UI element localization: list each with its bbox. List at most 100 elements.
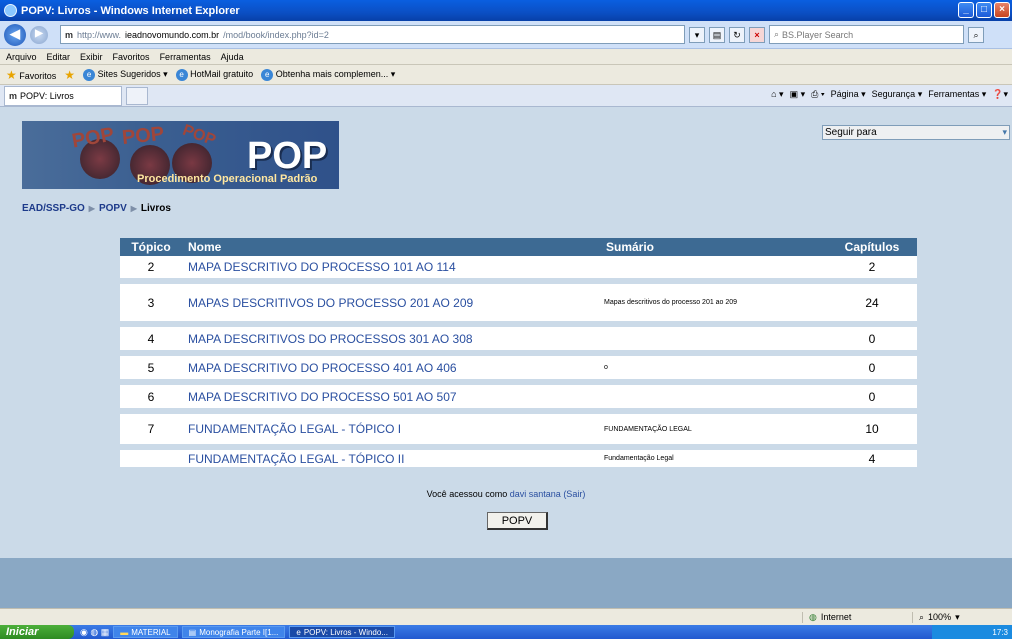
table-row: 3 MAPAS DESCRITIVOS DO PROCESSO 201 AO 2…	[120, 281, 917, 327]
row-book-link[interactable]: MAPA DESCRITIVOS DO PROCESSOS 301 AO 308	[182, 324, 600, 356]
task-label: POPV: Livros - Windo...	[303, 627, 388, 637]
row-book-link[interactable]: MAPA DESCRITIVO DO PROCESSO 101 AO 114	[182, 256, 600, 284]
tab-label: POPV: Livros	[20, 90, 74, 101]
search-input[interactable]: ⌕ BS.Player Search	[769, 25, 964, 44]
refresh-icon[interactable]: ↻	[729, 26, 745, 43]
row-summary	[600, 324, 827, 356]
page-footer-band	[0, 558, 1012, 608]
row-summary: o	[600, 353, 827, 385]
back-button[interactable]: ◀	[4, 23, 26, 46]
row-summary: FUNDAMENTAÇÃO LEGAL	[600, 411, 827, 450]
col-name[interactable]: Nome	[182, 238, 600, 256]
chevron-down-icon: ▾	[955, 611, 960, 622]
print-icon[interactable]: ⎙ ▾	[811, 89, 824, 100]
clock: 17:3	[992, 627, 1008, 637]
dropdown-arrow-icon[interactable]: ▾	[689, 26, 705, 43]
quicklaunch-icons[interactable]: ◉ ◍ ▦	[80, 627, 109, 638]
ie-icon	[4, 4, 17, 17]
jump-label: Seguir para	[825, 127, 877, 138]
jump-to-select[interactable]: Seguir para ▾	[822, 125, 1010, 140]
breadcrumb-home[interactable]: EAD/SSP-GO	[22, 203, 85, 214]
address-path: /mod/book/index.php?id=2	[223, 29, 329, 40]
pop-banner-logo: POP POP POP POP Procedimento Operacional…	[22, 121, 339, 189]
menu-favorites[interactable]: Favoritos	[113, 52, 150, 62]
breadcrumb-separator-icon: ▶	[88, 204, 95, 213]
row-book-link[interactable]: FUNDAMENTAÇÃO LEGAL - TÓPICO II	[182, 447, 600, 473]
table-row: 2 MAPA DESCRITIVO DO PROCESSO 101 AO 114…	[120, 256, 917, 284]
address-domain: ieadnovomundo.com.br	[125, 29, 220, 40]
col-topic[interactable]: Tópico	[120, 238, 182, 256]
row-summary: Mapas descritivos do processo 201 ao 209	[600, 281, 827, 327]
row-book-link[interactable]: MAPAS DESCRITIVOS DO PROCESSO 201 AO 209	[182, 281, 600, 327]
task-material[interactable]: ▬ MATERIAL	[113, 626, 178, 638]
table-row: 4 MAPA DESCRITIVOS DO PROCESSOS 301 AO 3…	[120, 324, 917, 356]
zoom-level: 100%	[928, 612, 952, 622]
window-title: POPV: Livros - Windows Internet Explorer	[21, 4, 240, 17]
fav-item-hotmail[interactable]: e HotMail gratuito	[175, 68, 254, 81]
table-row: 5 MAPA DESCRITIVO DO PROCESSO 401 AO 406…	[120, 353, 917, 385]
menu-file[interactable]: Arquivo	[6, 52, 37, 62]
start-label: Iniciar	[6, 626, 39, 638]
stop-icon[interactable]: ×	[749, 26, 765, 43]
tab-popv-livros[interactable]: m POPV: Livros	[4, 85, 122, 106]
popv-button[interactable]: POPV	[487, 512, 548, 530]
row-book-link[interactable]: FUNDAMENTAÇÃO LEGAL - TÓPICO I	[182, 411, 600, 450]
address-input[interactable]: m http://www. ieadnovomundo.com.br/mod/bo…	[60, 25, 685, 44]
safety-menu[interactable]: Segurança ▾	[872, 89, 923, 100]
table-row: FUNDAMENTAÇÃO LEGAL - TÓPICO II Fundamen…	[120, 447, 917, 473]
compatibility-icon[interactable]: ▤	[709, 26, 725, 43]
new-tab-button[interactable]	[126, 86, 148, 105]
help-icon[interactable]: ❓▾	[992, 89, 1008, 100]
zoom-control[interactable]: ⌕ 100% ▾	[912, 611, 1012, 623]
row-book-link[interactable]: MAPA DESCRITIVO DO PROCESSO 401 AO 406	[182, 353, 600, 385]
row-chapters: 4	[827, 447, 917, 473]
row-topic: 5	[120, 353, 182, 385]
task-popv-livros[interactable]: e POPV: Livros - Windo...	[289, 626, 395, 638]
add-favorite-icon[interactable]: ★	[64, 68, 75, 82]
col-chapters[interactable]: Capítulos	[827, 238, 917, 256]
maximize-button[interactable]: □	[976, 2, 992, 18]
favorites-bar: ★ Favoritos ★ e Sites Sugeridos ▾ e HotM…	[0, 65, 1012, 85]
system-tray: 17:3	[932, 625, 1012, 639]
login-prefix: Você acessou como	[426, 489, 508, 499]
menu-help[interactable]: Ajuda	[221, 52, 244, 62]
star-icon: ★	[6, 67, 17, 82]
home-icon[interactable]: ⌂ ▾	[771, 89, 783, 100]
tools-menu[interactable]: Ferramentas ▾	[928, 89, 986, 100]
search-placeholder: BS.Player Search	[782, 29, 854, 40]
start-button[interactable]: Iniciar	[0, 625, 74, 639]
word-icon: ▤	[188, 627, 197, 637]
banner-small-text: POP	[120, 122, 166, 150]
menu-tools[interactable]: Ferramentas	[160, 52, 211, 62]
fav-item-sites[interactable]: e Sites Sugeridos ▾	[83, 68, 168, 81]
fav-item-addons[interactable]: e Obtenha mais complemen... ▾	[261, 68, 395, 81]
col-summary[interactable]: Sumário	[600, 238, 827, 256]
task-label: Monografia Parte I[1...	[199, 627, 279, 637]
menu-bar: Arquivo Editar Exibir Favoritos Ferramen…	[0, 49, 1012, 65]
menu-view[interactable]: Exibir	[80, 52, 103, 62]
breadcrumb-course[interactable]: POPV	[99, 203, 127, 214]
feeds-icon[interactable]: ▣ ▾	[790, 89, 806, 100]
window-title-bar: POPV: Livros - Windows Internet Explorer…	[0, 0, 1012, 21]
address-toolbar: ◀ ▶ m http://www. ieadnovomundo.com.br/mo…	[0, 21, 1012, 49]
ie-icon: e	[261, 68, 274, 81]
row-topic: 7	[120, 411, 182, 450]
row-summary	[600, 256, 827, 284]
security-zone: ◍ Internet	[802, 611, 912, 623]
search-go-icon[interactable]: ⌕	[968, 26, 984, 43]
ie-icon: e	[83, 68, 96, 81]
favorites-button[interactable]: ★ Favoritos	[6, 68, 56, 82]
row-book-link[interactable]: MAPA DESCRITIVO DO PROCESSO 501 AO 507	[182, 382, 600, 414]
site-favicon: m	[9, 90, 18, 101]
row-summary: Fundamentação Legal	[600, 447, 827, 473]
menu-edit[interactable]: Editar	[47, 52, 71, 62]
forward-button[interactable]: ▶	[30, 25, 48, 44]
minimize-button[interactable]: _	[958, 2, 974, 18]
task-monografia[interactable]: ▤ Monografia Parte I[1...	[181, 626, 286, 638]
row-topic: 6	[120, 382, 182, 414]
logout-link[interactable]: (Sair)	[563, 489, 585, 499]
user-link[interactable]: davi santana	[510, 489, 561, 499]
close-button[interactable]: ×	[994, 2, 1010, 18]
fav-item-label: HotMail gratuito	[190, 68, 254, 79]
page-menu[interactable]: Página ▾	[831, 89, 866, 100]
